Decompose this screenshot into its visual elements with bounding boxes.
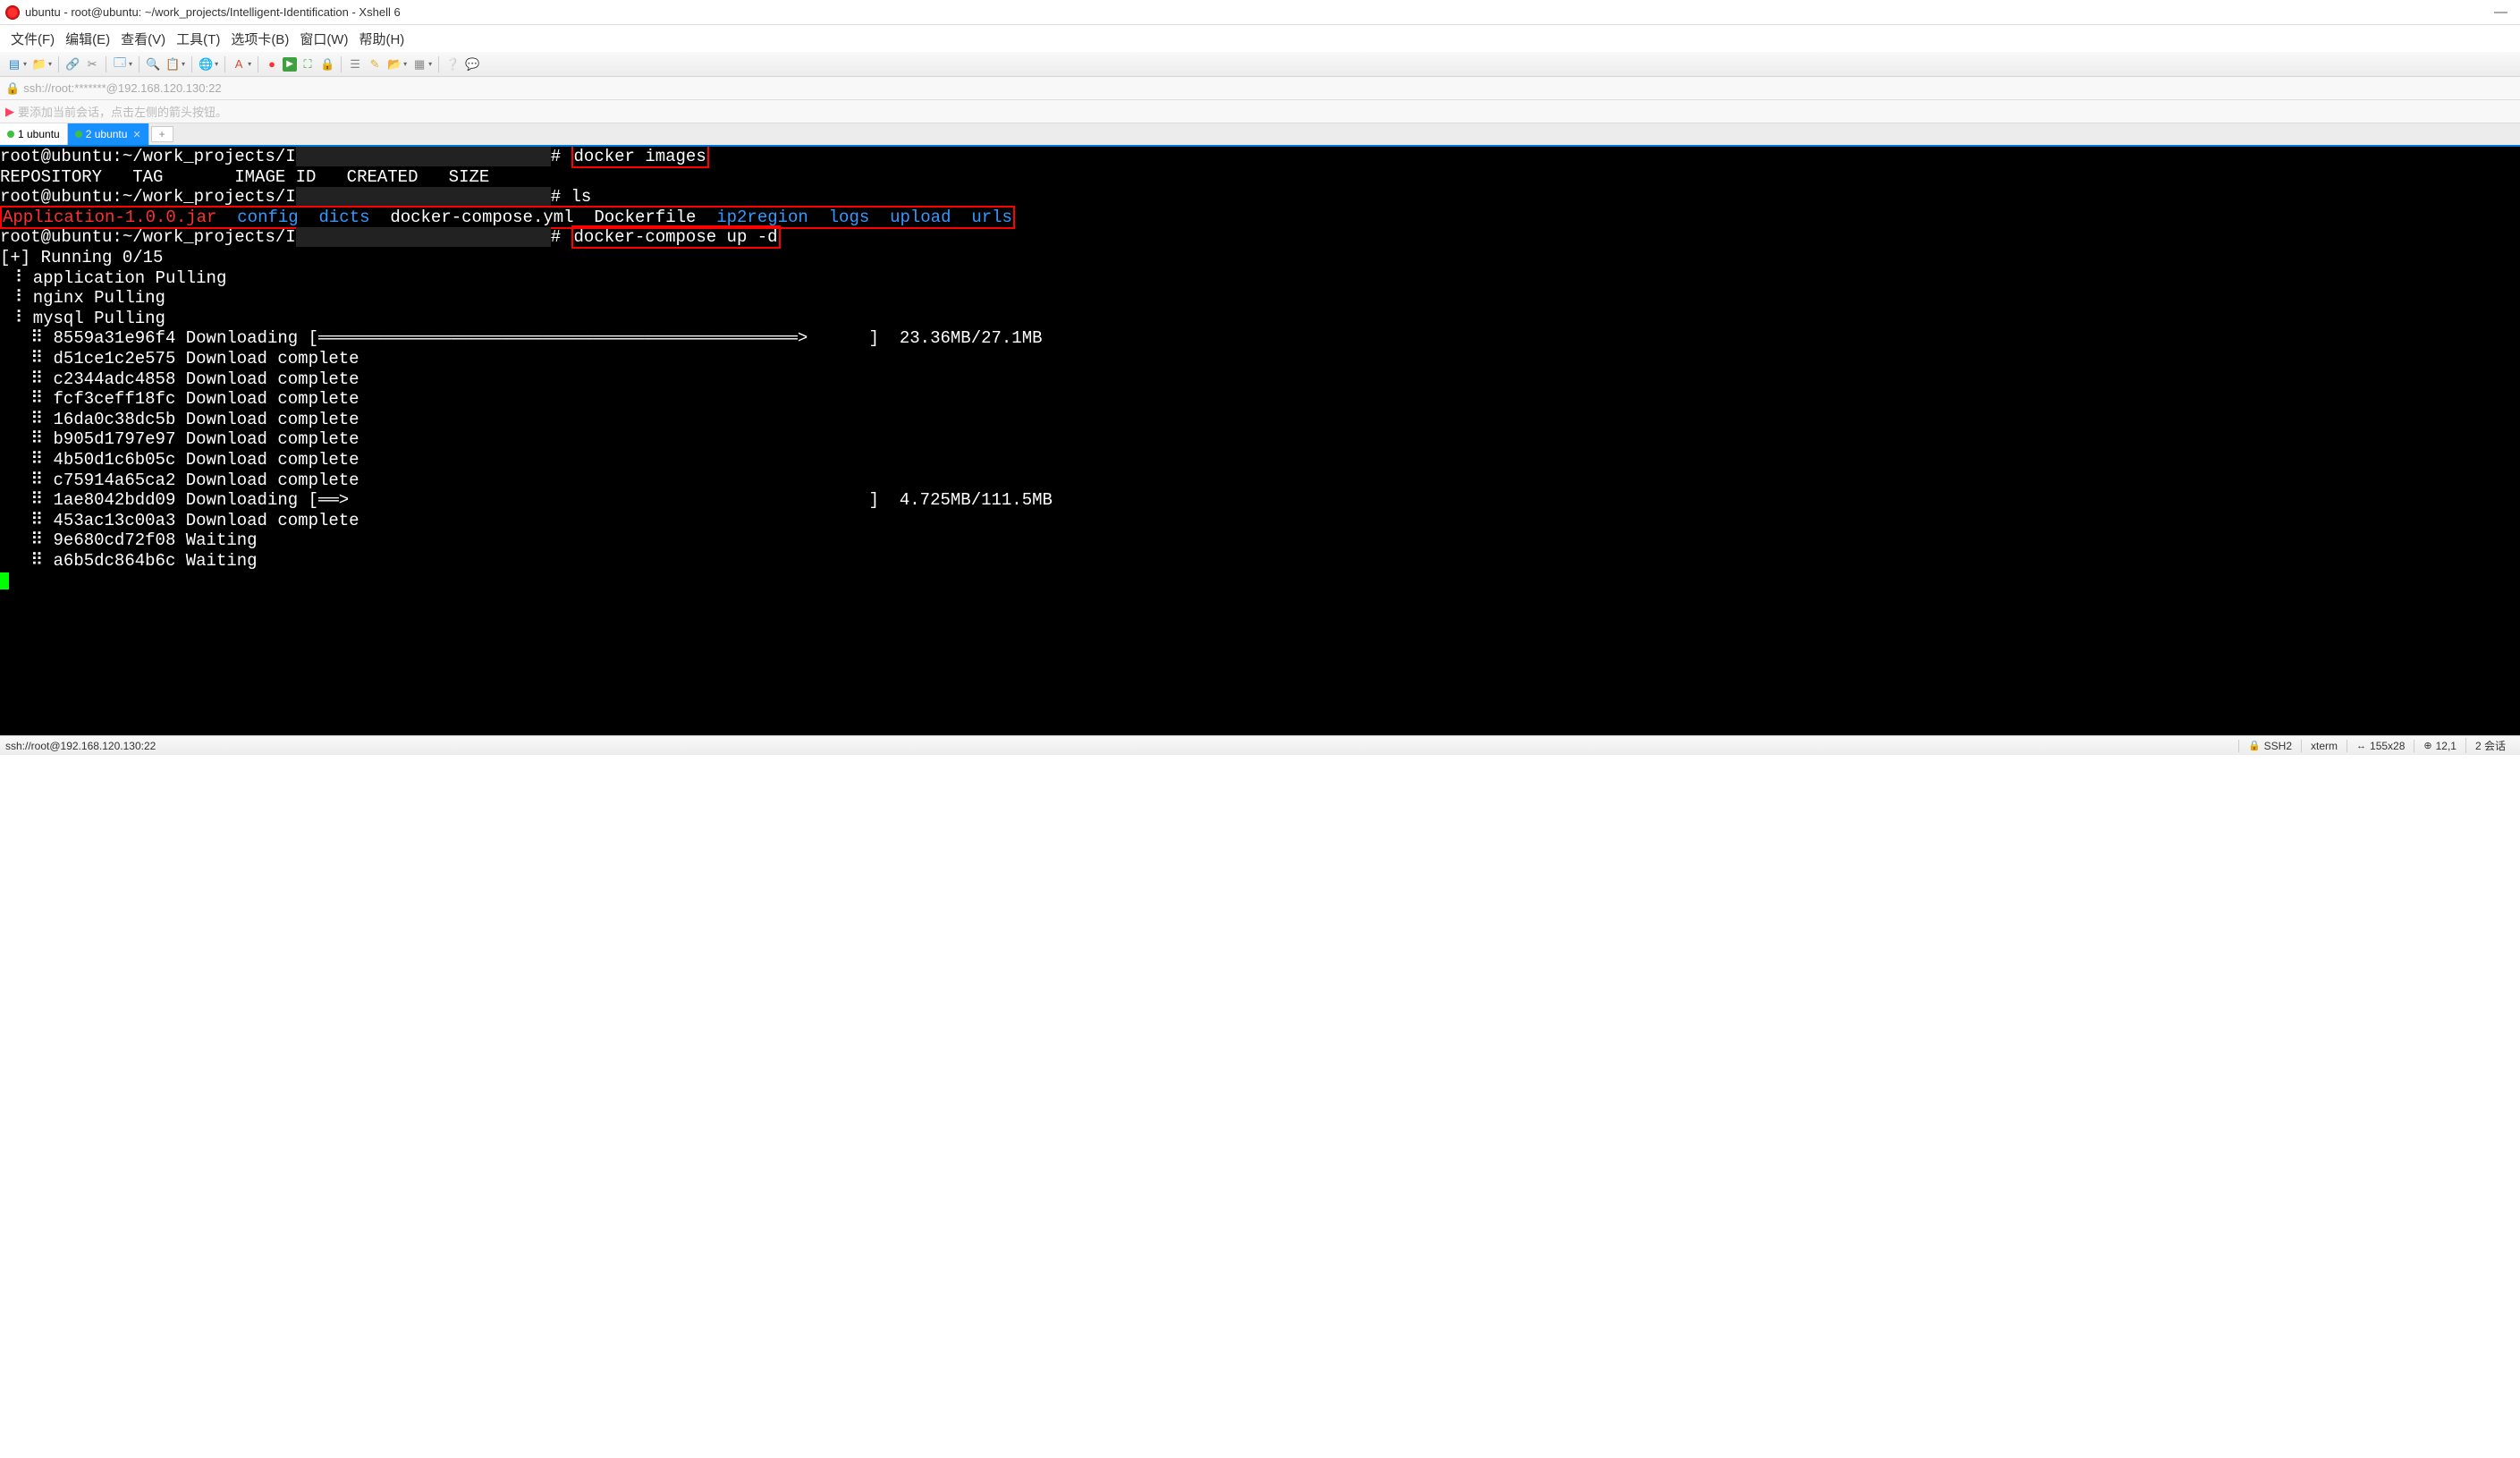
- menu-tabs[interactable]: 选项卡(B): [225, 28, 294, 50]
- font-icon[interactable]: A: [230, 55, 248, 73]
- grid-icon[interactable]: ▦: [410, 55, 428, 73]
- terminal-line: root@ubuntu:~/work_projects/Intelligent-…: [0, 145, 709, 168]
- new-session-icon[interactable]: ▤: [5, 55, 23, 73]
- menu-file[interactable]: 文件(F): [5, 28, 60, 50]
- terminal-line: ⠿ c75914a65ca2 Download complete: [0, 470, 359, 490]
- status-size: ↔155x28: [2347, 740, 2414, 752]
- separator: [58, 56, 59, 72]
- titlebar: ubuntu - root@ubuntu: ~/work_projects/In…: [0, 0, 2520, 25]
- menu-window[interactable]: 窗口(W): [294, 28, 353, 50]
- hint-text: 要添加当前会话，点击左侧的箭头按钮。: [18, 103, 227, 120]
- lock-icon[interactable]: 🔒: [318, 55, 336, 73]
- highlight-docker-compose-up: docker-compose up -d: [571, 225, 781, 249]
- terminal-line: ⠿ d51ce1c2e575 Download complete: [0, 349, 359, 369]
- toolbar: ▤▾ 📁▾ 🔗 ✂ 🗔▾ 🔍 📋▾ 🌐▾ A▾ ● ▶ ⛶ 🔒 ☰ ✎ 📂▾ ▦…: [0, 52, 2520, 77]
- terminal-line: root@ubuntu:~/work_projects/Intelligent-…: [0, 187, 591, 207]
- size-icon: ↔: [2356, 741, 2366, 751]
- menu-view[interactable]: 查看(V): [115, 28, 171, 50]
- list-icon[interactable]: ☰: [346, 55, 364, 73]
- terminal-line: Application-1.0.0.jar config dicts docke…: [0, 206, 1015, 229]
- hintbar: ▶ 要添加当前会话，点击左侧的箭头按钮。: [0, 100, 2520, 123]
- status-term: xterm: [2301, 740, 2347, 752]
- open-folder-icon[interactable]: 📁: [30, 55, 48, 73]
- menubar: 文件(F) 编辑(E) 查看(V) 工具(T) 选项卡(B) 窗口(W) 帮助(…: [0, 25, 2520, 52]
- properties-icon[interactable]: 🗔: [111, 55, 129, 73]
- separator: [139, 56, 140, 72]
- search-icon[interactable]: 🔍: [144, 55, 162, 73]
- highlight-icon[interactable]: ✎: [366, 55, 384, 73]
- terminal-line: REPOSITORY TAG IMAGE ID CREATED SIZE: [0, 167, 489, 187]
- address-text[interactable]: ssh://root:*******@192.168.120.130:22: [23, 81, 221, 95]
- window-controls: —: [2494, 4, 2515, 20]
- folder2-icon[interactable]: 📂: [385, 55, 403, 73]
- flag-icon: ▶: [5, 105, 14, 119]
- tab-label: 1 ubuntu: [18, 128, 60, 140]
- terminal-line: ⠿ b905d1797e97 Download complete: [0, 429, 359, 449]
- terminal-line: ⠿ 8559a31e96f4 Downloading [════════════…: [0, 328, 1043, 348]
- terminal-line: ⠿ 9e680cd72f08 Waiting: [0, 530, 258, 550]
- globe-icon[interactable]: 🌐: [197, 55, 215, 73]
- lock-icon: 🔒: [2248, 740, 2261, 751]
- highlight-docker-images: docker images: [571, 145, 709, 168]
- tab-label: 2 ubuntu: [86, 128, 128, 140]
- help-icon[interactable]: ❔: [444, 55, 461, 73]
- add-tab-button[interactable]: +: [151, 126, 173, 142]
- terminal[interactable]: root@ubuntu:~/work_projects/Intelligent-…: [0, 145, 2520, 735]
- status-protocol: 🔒SSH2: [2238, 740, 2301, 752]
- pos-icon: ⊕: [2423, 740, 2431, 751]
- status-connection: ssh://root@192.168.120.130:22: [5, 740, 2238, 752]
- menu-edit[interactable]: 编辑(E): [60, 28, 115, 50]
- tab-2-ubuntu[interactable]: 2 ubuntu ✕: [68, 123, 149, 145]
- tab-1-ubuntu[interactable]: 1 ubuntu: [0, 123, 68, 145]
- menu-help[interactable]: 帮助(H): [353, 28, 410, 50]
- status-position: ⊕12,1: [2414, 740, 2465, 752]
- terminal-line: ⠿ a6b5dc864b6c Waiting: [0, 551, 258, 571]
- addressbar: 🔒 ssh://root:*******@192.168.120.130:22: [0, 77, 2520, 100]
- app-icon: [5, 5, 20, 20]
- terminal-line: ⠸ nginx Pulling: [0, 288, 165, 308]
- status-dot-icon: [7, 131, 14, 138]
- ssl-lock-icon: 🔒: [5, 81, 20, 96]
- terminal-line: ⠸ mysql Pulling: [0, 309, 165, 328]
- terminal-line: [+] Running 0/15: [0, 248, 163, 267]
- menu-tools[interactable]: 工具(T): [171, 28, 225, 50]
- minimize-button[interactable]: —: [2494, 4, 2507, 20]
- reconnect-icon[interactable]: 🔗: [63, 55, 81, 73]
- terminal-line: ⠿ 1ae8042bdd09 Downloading [══> ] 4.725M…: [0, 490, 1053, 510]
- separator: [438, 56, 439, 72]
- terminal-line: ⠸ application Pulling: [0, 268, 226, 288]
- tabbar: 1 ubuntu 2 ubuntu ✕ +: [0, 123, 2520, 145]
- green-square-icon[interactable]: ▶: [283, 57, 297, 72]
- terminal-line: ⠿ fcf3ceff18fc Download complete: [0, 389, 359, 409]
- copy-icon[interactable]: 📋: [164, 55, 182, 73]
- separator: [341, 56, 342, 72]
- status-sessions: 2 会话: [2465, 738, 2515, 753]
- terminal-line: ⠿ 16da0c38dc5b Download complete: [0, 410, 359, 429]
- status-dot-icon: [75, 131, 82, 138]
- terminal-line: ⠿ c2344adc4858 Download complete: [0, 369, 359, 389]
- separator: [191, 56, 192, 72]
- separator: [224, 56, 225, 72]
- red-dot-icon[interactable]: ●: [263, 55, 281, 73]
- terminal-line: ⠿ 4b50d1c6b05c Download complete: [0, 450, 359, 470]
- window-title: ubuntu - root@ubuntu: ~/work_projects/In…: [25, 5, 401, 19]
- fullscreen-icon[interactable]: ⛶: [299, 55, 317, 73]
- disconnect-icon[interactable]: ✂: [83, 55, 101, 73]
- highlight-ls-output: Application-1.0.0.jar config dicts docke…: [0, 206, 1015, 229]
- terminal-line: ⠿ 453ac13c00a3 Download complete: [0, 511, 359, 530]
- terminal-cursor: [0, 572, 9, 589]
- chat-icon[interactable]: 💬: [463, 55, 481, 73]
- statusbar: ssh://root@192.168.120.130:22 🔒SSH2 xter…: [0, 735, 2520, 755]
- terminal-line: root@ubuntu:~/work_projects/Intelligent-…: [0, 225, 781, 249]
- close-tab-icon[interactable]: ✕: [132, 129, 140, 140]
